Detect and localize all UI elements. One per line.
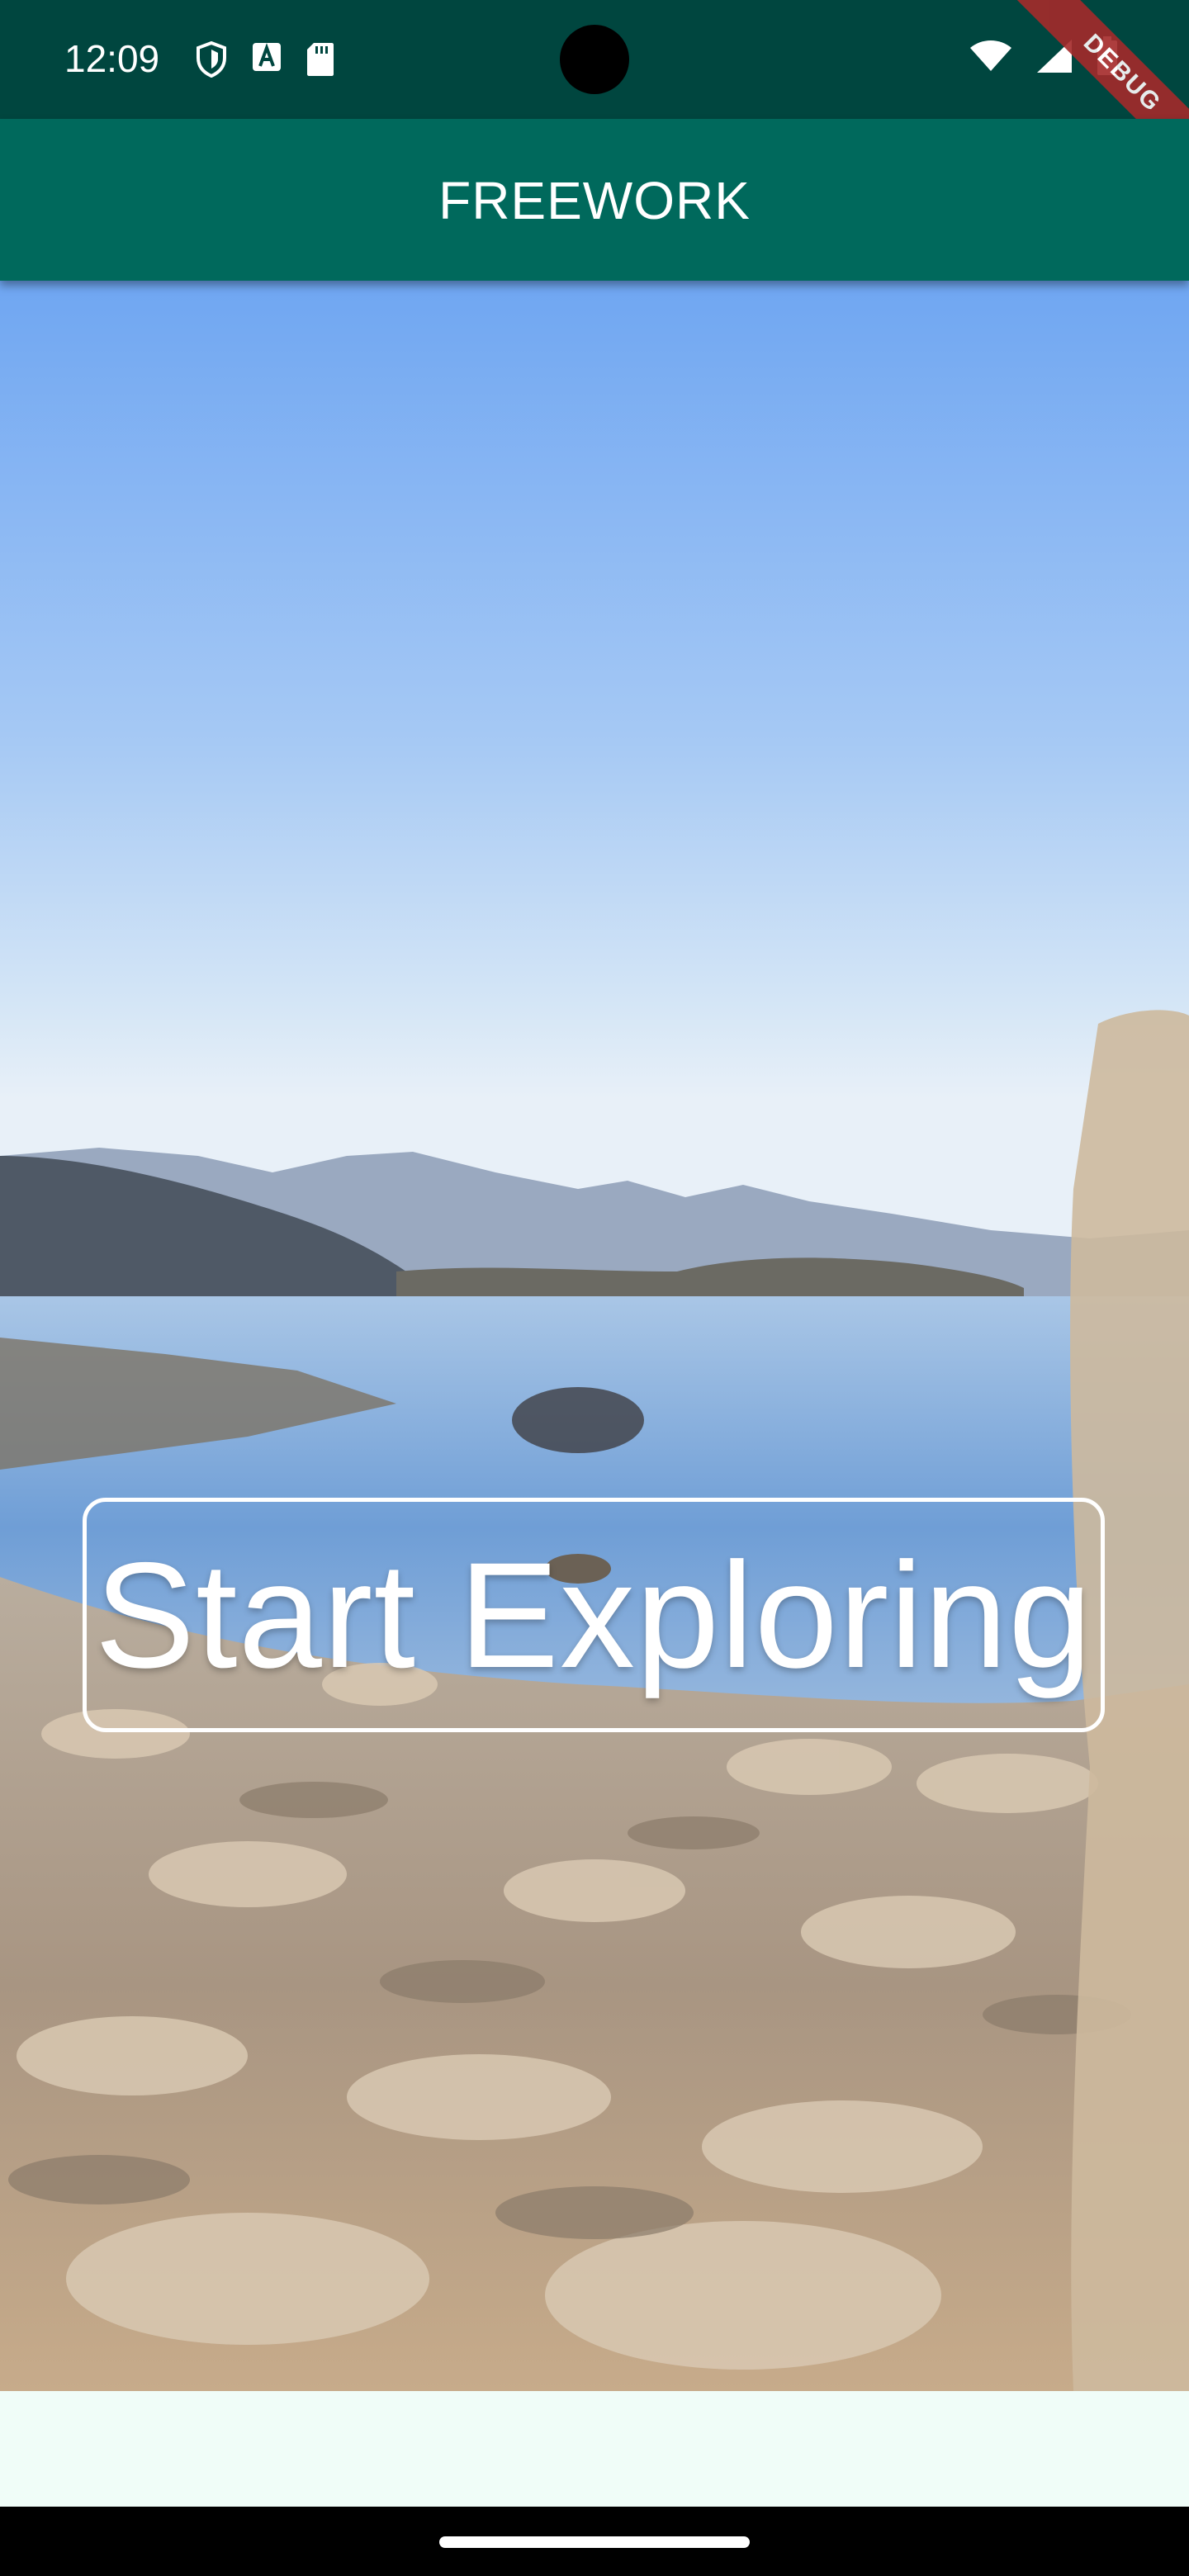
shield-icon bbox=[197, 41, 226, 78]
status-bar: 12:09 DEBUG bbox=[0, 0, 1189, 186]
start-exploring-button[interactable]: Start Exploring bbox=[83, 1498, 1105, 1732]
font-a-icon bbox=[253, 43, 281, 71]
camera-cutout bbox=[560, 25, 629, 94]
app-title: FREEWORK bbox=[438, 171, 751, 230]
app-bar: FREEWORK bbox=[0, 119, 1189, 281]
bottom-area bbox=[0, 2391, 1189, 2507]
home-indicator[interactable] bbox=[439, 2536, 750, 2548]
system-nav-bar bbox=[0, 2507, 1189, 2576]
status-time: 12:09 bbox=[64, 37, 160, 80]
sd-card-icon bbox=[307, 43, 334, 76]
wifi-icon bbox=[970, 40, 1011, 71]
start-exploring-label: Start Exploring bbox=[94, 1531, 1093, 1699]
status-icons-left bbox=[195, 41, 335, 78]
hero-background: Start Exploring bbox=[0, 281, 1189, 2391]
landscape-image bbox=[0, 281, 1189, 2391]
